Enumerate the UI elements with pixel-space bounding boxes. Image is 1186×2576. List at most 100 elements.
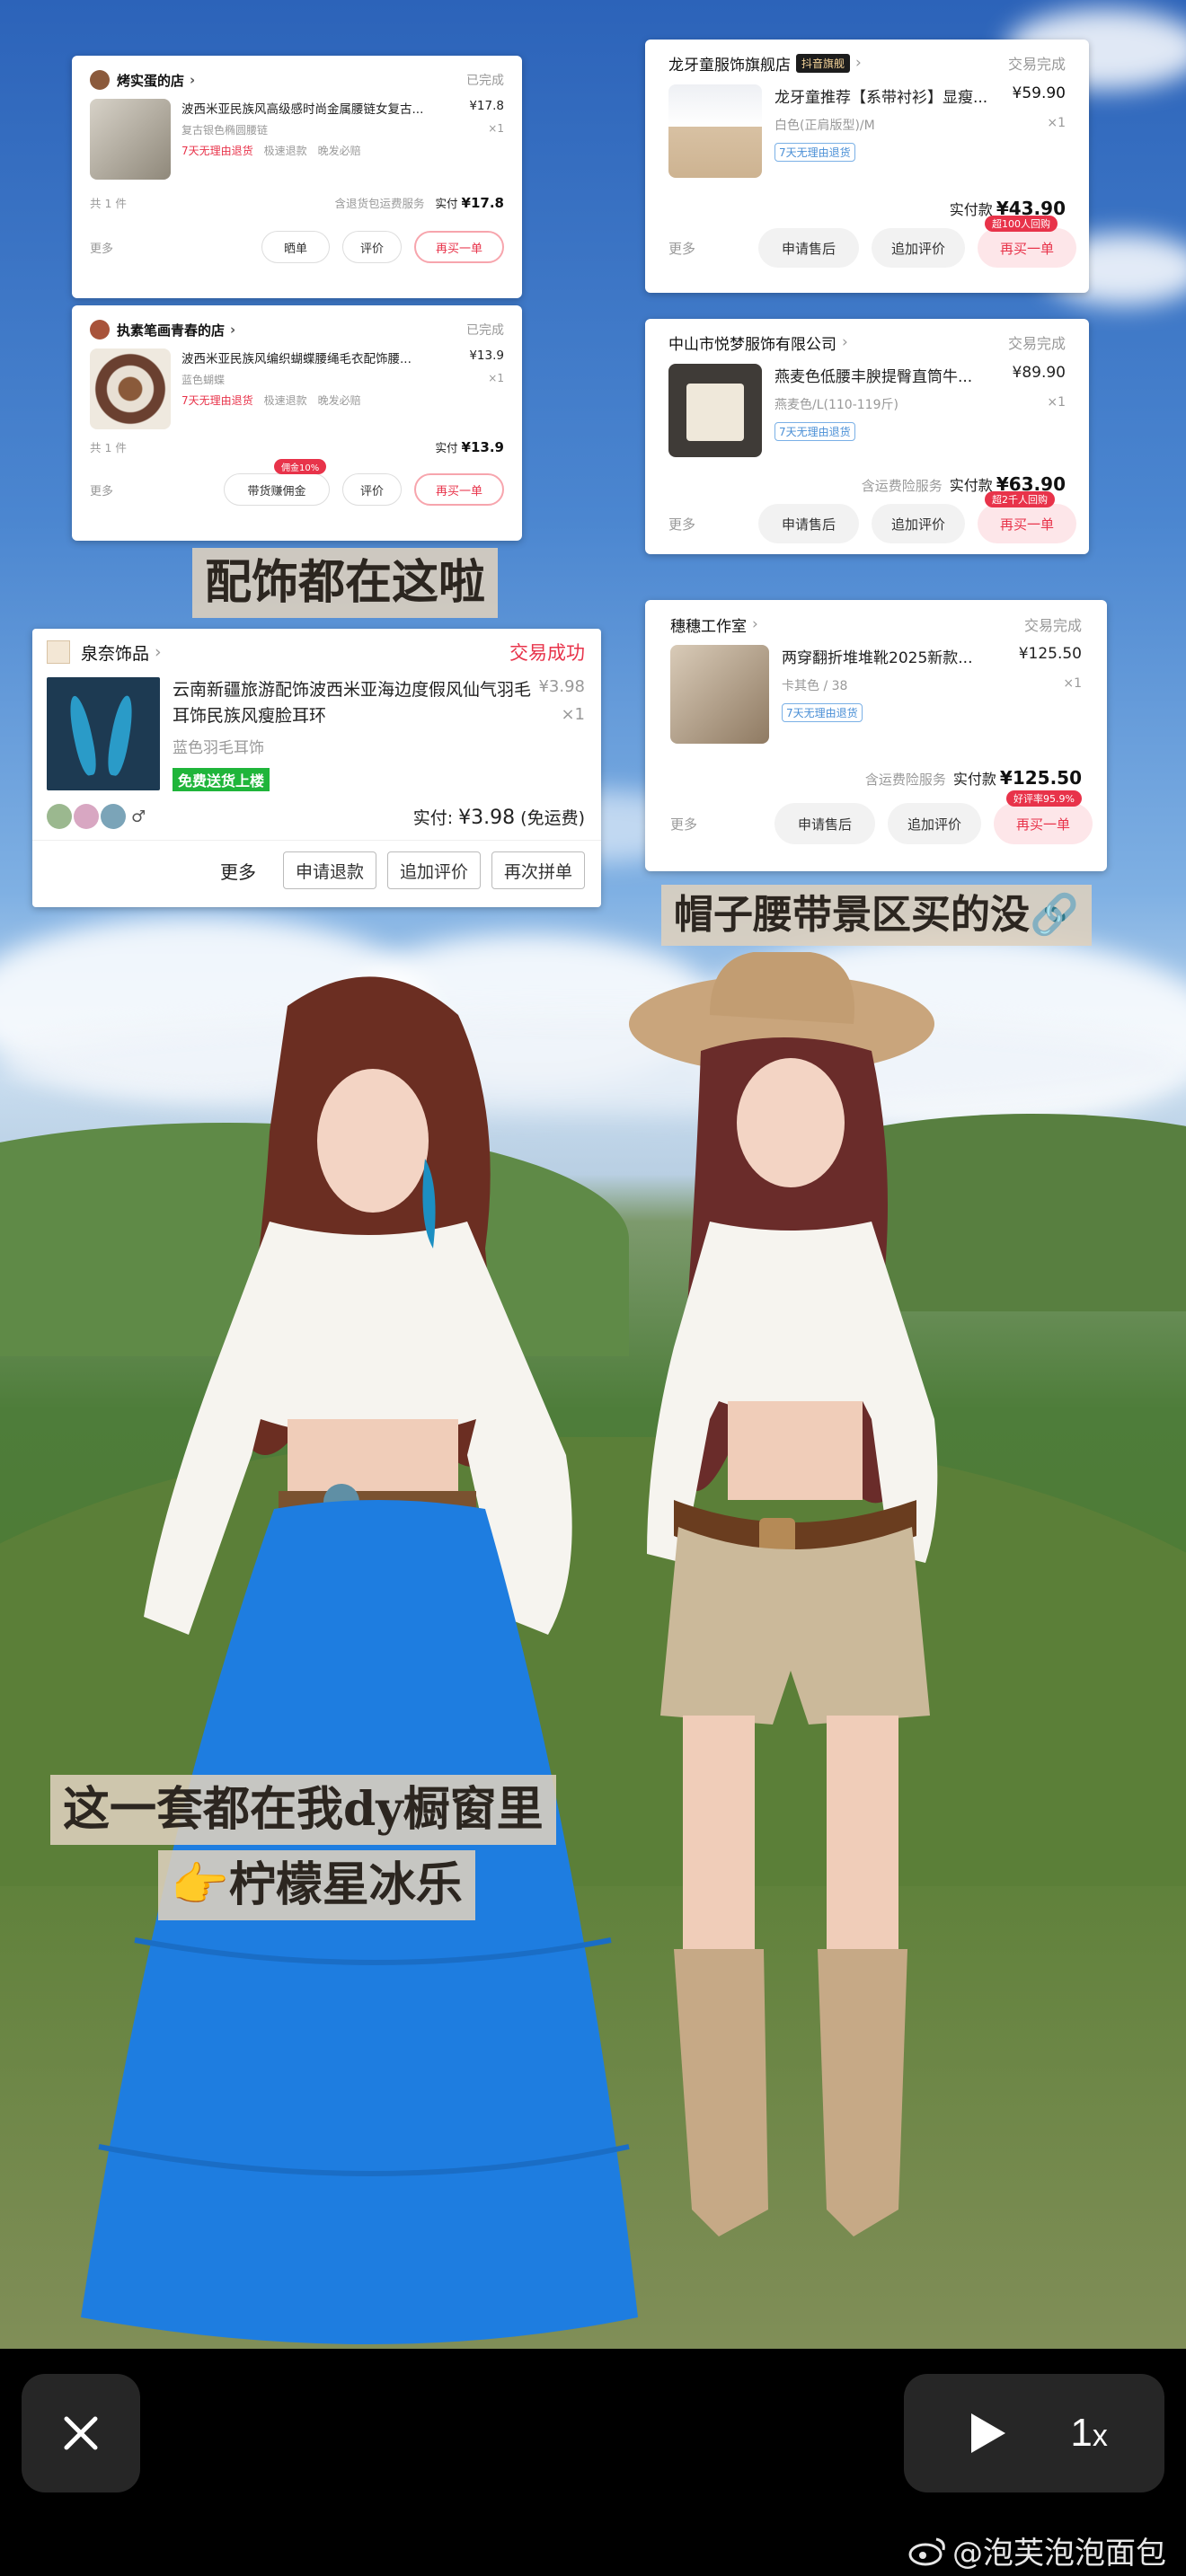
paid-label: 实付:	[412, 807, 454, 828]
add-review-button[interactable]: 追加评价	[872, 228, 965, 268]
product-title[interactable]: 波西米亚民族风编织蝴蝶腰绳毛衣配饰腰...	[181, 348, 412, 366]
after-sales-button[interactable]: 申请售后	[758, 228, 859, 268]
chevron-right-icon: ›	[842, 333, 848, 351]
return-policy-tag: 7天无理由退货	[181, 145, 253, 157]
add-review-button[interactable]: 追加评价	[888, 803, 981, 844]
shop-name[interactable]: 泉奈饰品 ›	[47, 640, 162, 665]
more-link[interactable]: 更多	[670, 815, 697, 834]
paid-label: 实付款	[949, 477, 993, 494]
review-button[interactable]: 评价	[342, 473, 402, 506]
show-order-button[interactable]: 晒单	[261, 231, 330, 263]
return-policy-tag: 7天无理由退货	[181, 394, 253, 407]
product-spec: 白色(正肩版型)/M	[774, 119, 875, 133]
earn-commission-button[interactable]: 带货赚佣金	[224, 473, 330, 506]
order-card-shirt[interactable]: 龙牙童服饰旗舰店 抖音旗舰 › 交易完成 龙牙童推荐【系带衬衫】显瘦... ¥5…	[645, 40, 1089, 293]
product-spec: 蓝色羽毛耳饰	[173, 739, 264, 757]
paid-amount: ¥125.50	[999, 767, 1082, 789]
caption-window-line1: 这一套都在我dy橱窗里	[50, 1775, 556, 1845]
fast-refund-tag: 极速退款	[263, 145, 307, 157]
review-button[interactable]: 评价	[342, 231, 402, 263]
product-title[interactable]: 燕麦色低腰丰腴提臀直筒牛...	[774, 364, 972, 386]
product-thumbnail[interactable]	[90, 348, 171, 429]
late-compensation-tag: 晚发必赔	[317, 145, 361, 157]
fast-refund-tag: 极速退款	[263, 394, 307, 407]
service-note: 含运费险服务	[861, 478, 943, 494]
more-link[interactable]: 更多	[90, 239, 113, 256]
product-thumbnail[interactable]	[668, 84, 762, 178]
caption-hat-belt: 帽子腰带景区买的没🔗	[661, 885, 1092, 946]
avatar	[74, 804, 99, 829]
paid-amount: ¥17.8	[461, 195, 504, 211]
avatar	[47, 804, 72, 829]
paid-label: 实付	[435, 197, 458, 210]
product-qty: ×1	[488, 372, 504, 384]
request-refund-button[interactable]: 申请退款	[283, 851, 376, 889]
person-cowboy-hat	[629, 952, 938, 2236]
shop-name[interactable]: 烤实蛋的店 ›	[90, 70, 195, 90]
more-link[interactable]: 更多	[668, 239, 695, 258]
more-link[interactable]: 更多	[668, 515, 695, 534]
product-qty: ×1	[1063, 676, 1082, 691]
product-spec: 卡其色 / 38	[782, 679, 848, 693]
shop-avatar	[90, 320, 110, 340]
order-status: 交易完成	[1007, 56, 1066, 73]
commission-badge: 佣金10%	[274, 459, 327, 474]
product-thumbnail[interactable]	[47, 677, 160, 790]
chevron-right-icon: ›	[190, 72, 196, 88]
item-count: 共 1 件	[90, 441, 127, 454]
person-blue-skirt	[81, 976, 638, 2344]
late-compensation-tag: 晚发必赔	[317, 394, 361, 407]
order-card-yaolian[interactable]: 烤实蛋的店 › 已完成 波西米亚民族风高级感时尚金属腰链女复古... ¥17.8…	[72, 56, 522, 298]
product-thumbnail[interactable]	[668, 364, 762, 457]
product-title[interactable]: 波西米亚民族风高级感时尚金属腰链女复古...	[181, 99, 423, 117]
order-card-earrings[interactable]: 泉奈饰品 › 交易成功 云南新疆旅游配饰波西米亚海边度假风仙气羽毛耳饰民族风瘦脸…	[32, 629, 601, 907]
chevron-right-icon: ›	[155, 642, 162, 662]
service-note: 含运费险服务	[864, 772, 946, 788]
shop-avatar	[90, 70, 110, 90]
product-thumbnail[interactable]	[90, 99, 171, 180]
buy-again-button[interactable]: 再买一单	[978, 228, 1076, 268]
play-speed-control[interactable]: 1x	[904, 2374, 1164, 2492]
order-status: 已完成	[466, 323, 504, 338]
caption-accessories: 配饰都在这啦	[192, 548, 499, 618]
buy-again-button[interactable]: 再买一单	[994, 803, 1093, 844]
after-sales-button[interactable]: 申请售后	[774, 803, 875, 844]
shop-name[interactable]: 中山市悦梦服饰有限公司 ›	[668, 331, 848, 354]
close-button[interactable]	[22, 2374, 140, 2492]
close-icon	[64, 2416, 98, 2450]
video-player-bar: 1x @泡芙泡泡面包	[0, 2349, 1186, 2576]
product-price: ¥59.90	[1012, 84, 1066, 102]
product-spec: 蓝色蝴蝶	[181, 374, 226, 386]
order-card-boots[interactable]: 穗穗工作室 › 交易完成 两穿翻折堆堆靴2025新款... ¥125.50 卡其…	[645, 600, 1107, 871]
chevron-right-icon: ›	[230, 322, 236, 338]
after-sales-button[interactable]: 申请售后	[758, 504, 859, 543]
play-icon[interactable]	[960, 2408, 1011, 2458]
playback-speed[interactable]: 1x	[1070, 2411, 1107, 2456]
add-review-button[interactable]: 追加评价	[872, 504, 965, 543]
more-link[interactable]: 更多	[90, 481, 113, 498]
product-thumbnail[interactable]	[670, 645, 769, 744]
shop-name[interactable]: 执素笔画青春的店 ›	[90, 320, 235, 340]
group-buy-again-button[interactable]: 再次拼单	[491, 851, 585, 889]
shop-logo	[47, 640, 70, 664]
add-review-button[interactable]: 追加评价	[387, 851, 481, 889]
more-link[interactable]: 更多	[220, 858, 256, 884]
buy-again-button[interactable]: 再买一单	[414, 231, 504, 263]
male-symbol-icon: ♂	[131, 807, 146, 826]
shop-name[interactable]: 穗穗工作室 ›	[670, 613, 758, 636]
shop-name[interactable]: 龙牙童服饰旗舰店 抖音旗舰 ›	[668, 52, 862, 75]
chevron-right-icon: ›	[752, 615, 758, 633]
product-title[interactable]: 两穿翻折堆堆靴2025新款...	[782, 645, 972, 667]
product-price: ¥3.98	[538, 677, 585, 696]
return-policy-tag: 7天无理由退货	[774, 422, 855, 441]
product-title[interactable]: 云南新疆旅游配饰波西米亚海边度假风仙气羽毛耳饰民族风瘦脸耳环	[173, 677, 532, 729]
chevron-right-icon: ›	[855, 54, 862, 72]
buy-again-button[interactable]: 再买一单	[414, 473, 504, 506]
order-card-yaosheng[interactable]: 执素笔画青春的店 › 已完成 波西米亚民族风编织蝴蝶腰绳毛衣配饰腰... ¥13…	[72, 305, 522, 541]
buy-again-button[interactable]: 再买一单	[978, 504, 1076, 543]
product-price: ¥13.9	[469, 348, 504, 363]
order-status: 交易完成	[1007, 335, 1066, 352]
order-card-jeans[interactable]: 中山市悦梦服饰有限公司 › 交易完成 燕麦色低腰丰腴提臀直筒牛... ¥89.9…	[645, 319, 1089, 554]
product-title[interactable]: 龙牙童推荐【系带衬衫】显瘦...	[774, 84, 987, 107]
product-qty: ×1	[488, 122, 504, 135]
